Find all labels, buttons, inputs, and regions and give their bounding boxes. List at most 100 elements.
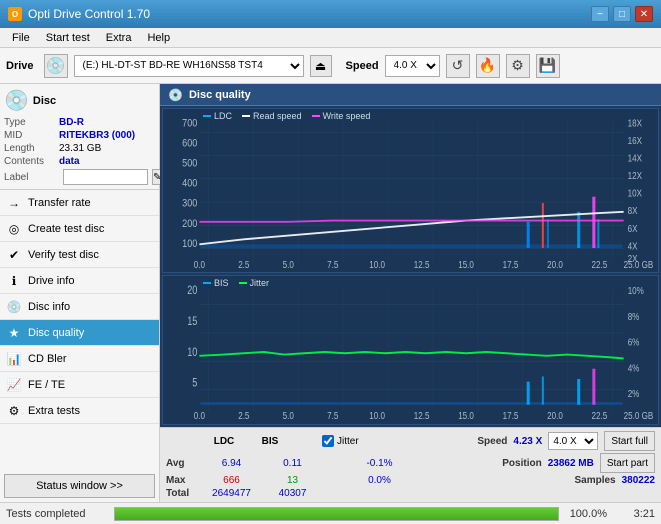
disc-mid-label: MID xyxy=(4,130,59,141)
disc-contents-val: data xyxy=(59,156,80,167)
stats-right-panel: Speed 4.23 X 4.0 X Start full xyxy=(477,431,655,451)
svg-text:14X: 14X xyxy=(628,153,642,164)
disc-length-val: 23.31 GB xyxy=(59,143,101,154)
refresh-button[interactable]: ↺ xyxy=(446,54,470,78)
menu-extra[interactable]: Extra xyxy=(98,30,140,46)
stats-total-row: Total 2649477 40307 xyxy=(166,488,655,499)
stats-ldc-header: LDC xyxy=(204,436,244,447)
nav-create-test-label: Create test disc xyxy=(28,223,104,235)
svg-text:0.0: 0.0 xyxy=(194,259,205,270)
samples-row: Samples 380222 xyxy=(574,475,655,486)
speed-label: Speed xyxy=(346,60,379,72)
charts-area: LDC Read speed Write speed xyxy=(160,106,661,427)
disc-panel-title: Disc xyxy=(33,95,56,107)
jitter-check: Jitter xyxy=(322,435,359,447)
jitter-legend-label: Jitter xyxy=(250,278,270,288)
total-label: Total xyxy=(166,488,198,499)
status-window-button[interactable]: Status window >> xyxy=(4,474,155,498)
nav-cd-bler[interactable]: 📊 CD Bler xyxy=(0,346,159,372)
disc-type-val: BD-R xyxy=(59,117,84,128)
stats-avg-row: Avg 6.94 0.11 -0.1% Position 23862 MB St… xyxy=(166,453,655,473)
svg-text:6%: 6% xyxy=(628,337,640,348)
svg-text:5: 5 xyxy=(192,378,197,390)
legend-bis: BIS xyxy=(203,278,229,288)
extra-tests-icon: ⚙ xyxy=(6,404,22,418)
position-row: Position 23862 MB Start part xyxy=(502,453,655,473)
stats-max-row: Max 666 13 0.0% Samples 380222 xyxy=(166,475,655,486)
svg-text:6X: 6X xyxy=(628,223,638,234)
nav-extra-tests[interactable]: ⚙ Extra tests xyxy=(0,398,159,424)
svg-text:12.5: 12.5 xyxy=(414,259,430,270)
svg-text:10: 10 xyxy=(187,347,197,359)
chart1-svg: 700 600 500 400 300 200 100 18X 16X 14X … xyxy=(163,109,658,272)
disc-type-row: Type BD-R xyxy=(4,117,155,128)
svg-text:2%: 2% xyxy=(628,388,640,399)
drive-info-icon: ℹ xyxy=(6,274,22,288)
position-label: Position xyxy=(502,458,541,469)
svg-text:0.0: 0.0 xyxy=(194,410,205,421)
nav-transfer-rate[interactable]: → Transfer rate xyxy=(0,190,159,216)
total-ldc: 2649477 xyxy=(204,488,259,499)
svg-text:17.5: 17.5 xyxy=(503,410,519,421)
disc-quality-header: 💿 Disc quality xyxy=(160,84,661,106)
svg-text:8X: 8X xyxy=(628,205,638,216)
burn-button[interactable]: 🔥 xyxy=(476,54,500,78)
disc-contents-row: Contents data xyxy=(4,156,155,167)
svg-text:17.5: 17.5 xyxy=(503,259,519,270)
progress-bar-container xyxy=(114,507,559,521)
drive-label: Drive xyxy=(6,60,34,72)
nav-create-test-disc[interactable]: ◎ Create test disc xyxy=(0,216,159,242)
svg-text:12.5: 12.5 xyxy=(414,410,430,421)
minimize-button[interactable]: − xyxy=(591,6,609,22)
jitter-checkbox[interactable] xyxy=(322,435,334,447)
disc-mid-row: MID RITEKBR3 (000) xyxy=(4,130,155,141)
settings-button[interactable]: ⚙ xyxy=(506,54,530,78)
svg-text:18X: 18X xyxy=(628,118,642,129)
svg-text:700: 700 xyxy=(182,118,197,130)
stats-panel: LDC BIS Jitter Speed 4.23 X 4.0 X Start … xyxy=(160,427,661,502)
svg-text:10.0: 10.0 xyxy=(369,259,385,270)
nav-fe-te[interactable]: 📈 FE / TE xyxy=(0,372,159,398)
fe-te-icon: 📈 xyxy=(6,378,22,392)
close-button[interactable]: ✕ xyxy=(635,6,653,22)
speed-select[interactable]: 4.0 X xyxy=(385,55,440,77)
read-speed-legend-color xyxy=(242,115,250,117)
svg-text:12X: 12X xyxy=(628,170,642,181)
start-part-button[interactable]: Start part xyxy=(600,453,655,473)
samples-label: Samples xyxy=(574,475,615,486)
drive-select[interactable]: (E:) HL-DT-ST BD-RE WH16NS58 TST4 xyxy=(74,55,304,77)
svg-text:25.0 GB: 25.0 GB xyxy=(624,259,654,270)
svg-text:100: 100 xyxy=(182,238,197,250)
chart2-legend: BIS Jitter xyxy=(203,278,269,288)
disc-type-label: Type xyxy=(4,117,59,128)
chart2-svg: 20 15 10 5 10% 8% 6% 4% 2% 0.0 xyxy=(163,276,658,424)
maximize-button[interactable]: □ xyxy=(613,6,631,22)
window-controls: − □ ✕ xyxy=(591,6,653,22)
main-content: 💿 Disc quality LDC Read speed xyxy=(160,84,661,502)
legend-jitter: Jitter xyxy=(239,278,270,288)
nav-verify-test-disc[interactable]: ✔ Verify test disc xyxy=(0,242,159,268)
disc-info-icon: 💿 xyxy=(6,300,22,314)
max-ldc: 666 xyxy=(204,475,259,486)
eject-button[interactable]: ⏏ xyxy=(310,55,332,77)
nav-disc-quality[interactable]: ★ Disc quality xyxy=(0,320,159,346)
svg-text:400: 400 xyxy=(182,178,197,190)
max-jitter: 0.0% xyxy=(352,475,407,486)
nav-disc-info[interactable]: 💿 Disc info xyxy=(0,294,159,320)
write-speed-legend-label: Write speed xyxy=(323,111,371,121)
avg-jitter: -0.1% xyxy=(352,458,407,469)
status-text: Tests completed xyxy=(6,508,106,520)
total-bis: 40307 xyxy=(265,488,320,499)
speed-label: Speed xyxy=(477,436,507,447)
menu-file[interactable]: File xyxy=(4,30,38,46)
svg-text:2.5: 2.5 xyxy=(238,410,249,421)
menu-help[interactable]: Help xyxy=(139,30,178,46)
menu-start-test[interactable]: Start test xyxy=(38,30,98,46)
speed-select-small[interactable]: 4.0 X xyxy=(548,432,598,450)
disc-label-input[interactable] xyxy=(63,169,148,185)
disc-label-key: Label xyxy=(4,172,59,183)
nav-drive-info[interactable]: ℹ Drive info xyxy=(0,268,159,294)
save-button[interactable]: 💾 xyxy=(536,54,560,78)
start-full-button[interactable]: Start full xyxy=(604,431,655,451)
svg-text:600: 600 xyxy=(182,138,197,150)
